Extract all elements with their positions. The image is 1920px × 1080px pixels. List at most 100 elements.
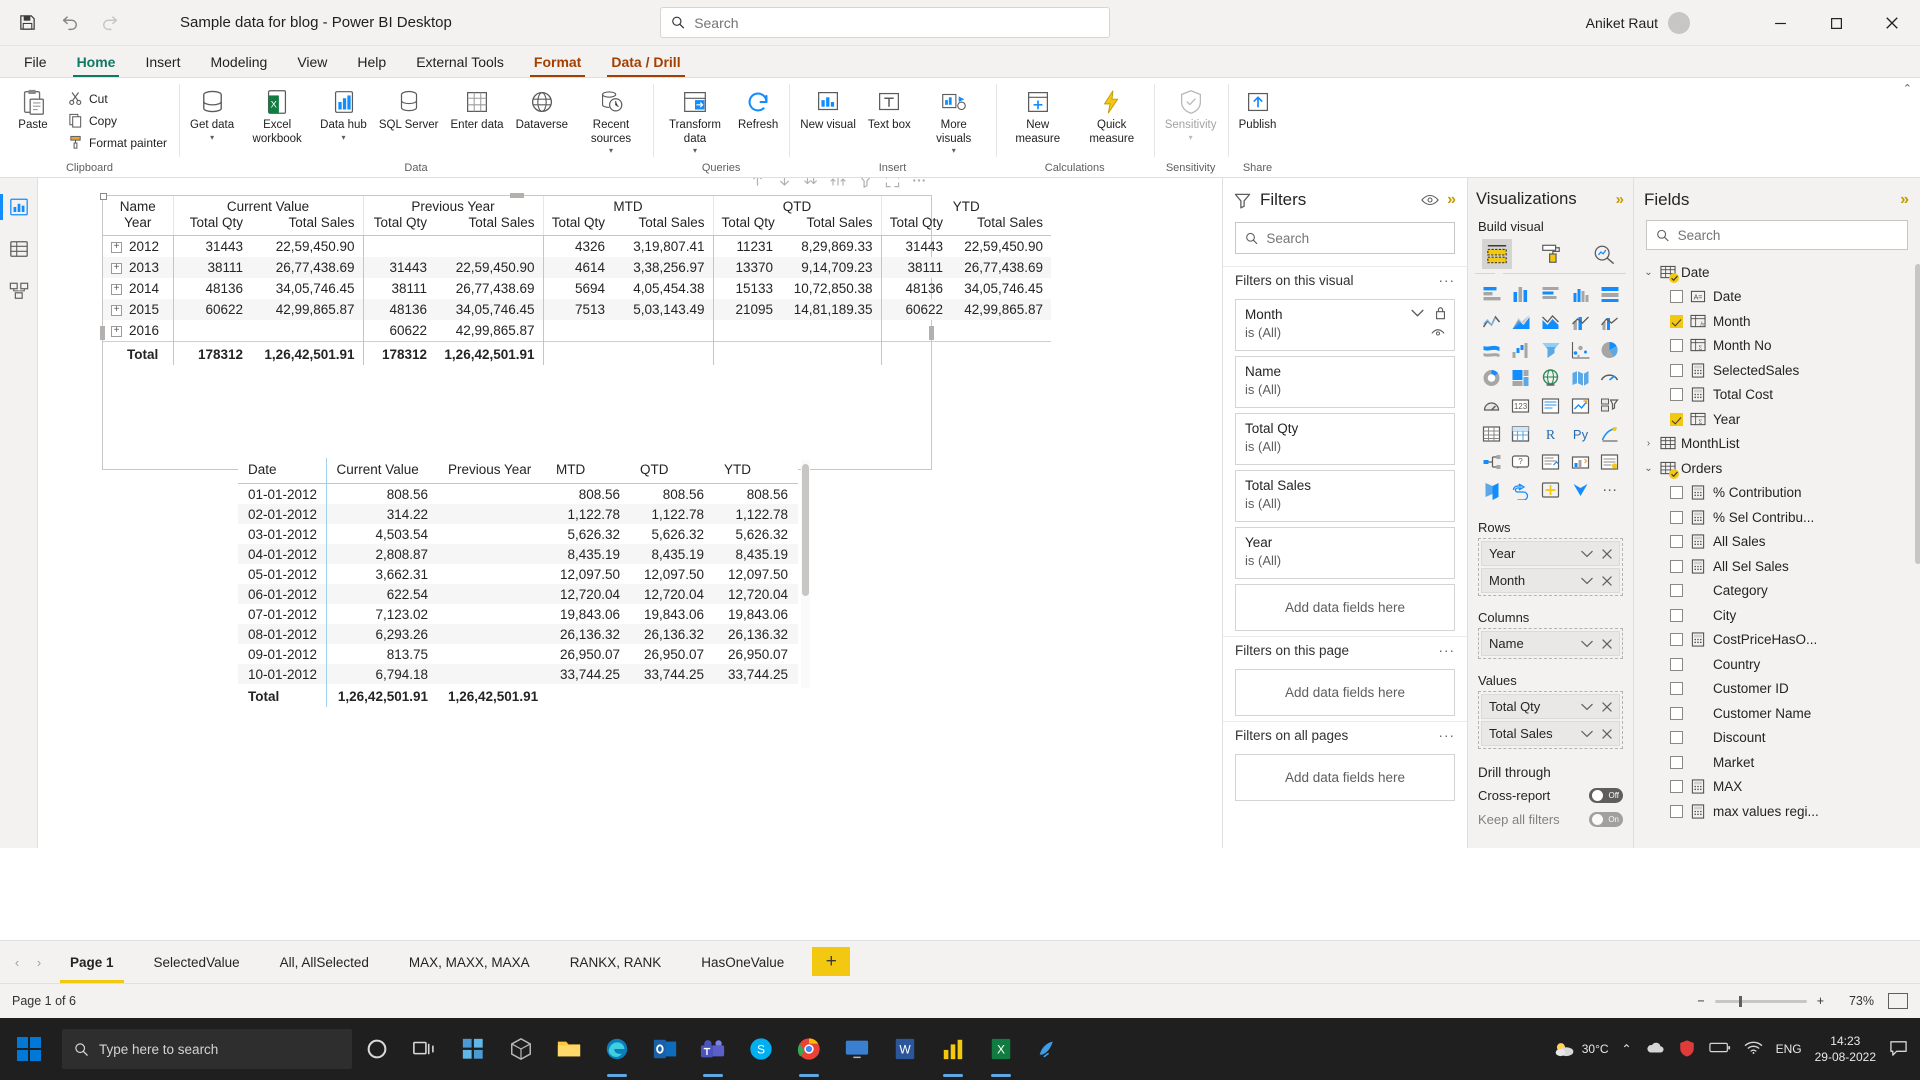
matrix-cell[interactable]: [542, 320, 614, 342]
matrix-row[interactable]: +2012 31443 22,59,450.90 4326 3,19,807.41 112…: [103, 235, 1051, 258]
enter-data-button[interactable]: Enter data: [446, 82, 509, 136]
resize-handle-topleft[interactable]: [100, 193, 107, 200]
global-search-input[interactable]: [694, 14, 1099, 31]
focus-mode-icon[interactable]: [884, 178, 900, 188]
power-apps-icon[interactable]: [1508, 478, 1533, 501]
table-cell[interactable]: [438, 664, 546, 684]
well-field-item[interactable]: Total Sales: [1481, 721, 1620, 746]
field-checkbox[interactable]: [1670, 412, 1683, 426]
key-influencers-icon[interactable]: [1479, 450, 1504, 473]
tab-analytics[interactable]: [1589, 239, 1619, 269]
table-cell[interactable]: 12,720.04: [630, 584, 714, 604]
table-cell[interactable]: 33,744.25: [630, 664, 714, 684]
matrix-cell[interactable]: [435, 236, 543, 258]
table-cell[interactable]: [438, 544, 546, 564]
notification-icon[interactable]: [1889, 1039, 1908, 1060]
matrix-cell[interactable]: 9,14,709.23: [781, 257, 881, 278]
fields-search-input[interactable]: [1677, 227, 1898, 243]
matrix-cell[interactable]: [880, 320, 952, 342]
add-page-button[interactable]: +: [812, 947, 851, 976]
table-cell[interactable]: 33,744.25: [714, 664, 798, 684]
field-checkbox[interactable]: [1670, 559, 1683, 573]
fields-field-node[interactable]: % Sel Contribu...: [1640, 505, 1914, 530]
field-checkbox[interactable]: [1670, 388, 1683, 402]
filters-drop-zone[interactable]: Add data fields here: [1235, 669, 1455, 716]
chevron-down-icon[interactable]: ⌄: [1642, 267, 1655, 278]
recent-sources-button[interactable]: Recent sources ▾: [575, 82, 647, 159]
tab-build-visual[interactable]: [1482, 239, 1512, 269]
table-cell[interactable]: 5,626.32: [714, 524, 798, 544]
table-cell[interactable]: 1,122.78: [630, 504, 714, 524]
matrix-cell[interactable]: 31443: [362, 257, 436, 278]
matrix-cell[interactable]: 42,99,865.87: [435, 320, 543, 342]
field-checkbox[interactable]: [1670, 608, 1683, 622]
scatter-chart-icon[interactable]: [1568, 338, 1593, 361]
field-checkbox[interactable]: [1670, 804, 1683, 818]
matrix-cell[interactable]: 31443: [172, 235, 251, 257]
fields-scrollbar[interactable]: [1915, 264, 1920, 564]
ribbon-chart-icon[interactable]: [1479, 338, 1504, 361]
more-options-icon[interactable]: [911, 178, 927, 188]
ribbon-tab-modeling[interactable]: Modeling: [196, 49, 281, 77]
field-checkbox[interactable]: [1670, 682, 1683, 696]
ribbon-tab-data-drill[interactable]: Data / Drill: [597, 49, 694, 77]
matrix-cell[interactable]: 4614: [542, 257, 614, 278]
get-data-button[interactable]: Get data ▾: [185, 82, 239, 145]
rail-item-report-view[interactable]: [0, 186, 37, 228]
filled-map-icon[interactable]: [1568, 366, 1593, 389]
cortana-icon[interactable]: [354, 1018, 400, 1080]
fields-field-node[interactable]: MAX: [1640, 775, 1914, 800]
start-button[interactable]: [4, 1018, 54, 1080]
excel-taskbar-icon[interactable]: X: [978, 1018, 1024, 1080]
map-icon[interactable]: [1538, 366, 1563, 389]
filter-card[interactable]: Name is (All): [1235, 356, 1455, 408]
table-cell[interactable]: [438, 484, 546, 505]
matrix-row-header[interactable]: +2015: [103, 299, 173, 320]
zoom-slider[interactable]: [1714, 995, 1807, 1007]
ribbon-collapse-icon[interactable]: ⌃: [1903, 82, 1912, 95]
table-cell[interactable]: [438, 644, 546, 664]
wifi-icon[interactable]: [1744, 1040, 1763, 1058]
line-clustered-column-icon[interactable]: [1597, 310, 1622, 333]
matrix-row[interactable]: +2013 38111 26,77,438.69 31443 22,59,450.90 4…: [103, 257, 1052, 278]
table-cell-date[interactable]: 06-01-2012: [238, 584, 326, 604]
fields-field-node[interactable]: All Sales: [1640, 530, 1914, 555]
table-cell[interactable]: 26,950.07: [546, 644, 630, 664]
transform-data-button[interactable]: Transform data ▾: [659, 82, 731, 159]
well-field-item[interactable]: Total Qty: [1481, 694, 1620, 719]
page-prev-button[interactable]: ‹: [6, 941, 28, 983]
matrix-cell[interactable]: 26,77,438.69: [951, 257, 1051, 278]
taskbar-search-box[interactable]: Type here to search: [62, 1029, 352, 1069]
filters-search-box[interactable]: [1235, 222, 1455, 254]
r-script-icon[interactable]: Py: [1568, 422, 1593, 445]
maximize-button[interactable]: [1808, 0, 1864, 46]
fields-table-node[interactable]: ⌄ Orders: [1640, 456, 1914, 481]
filters-drop-zone[interactable]: Add data fields here: [1235, 584, 1455, 631]
scrollbar-thumb[interactable]: [802, 464, 809, 597]
field-checkbox[interactable]: [1670, 780, 1683, 794]
smart-narrative-icon[interactable]: [1568, 450, 1593, 473]
fields-field-node[interactable]: Total Cost: [1640, 383, 1914, 408]
paginated-report-icon[interactable]: [1479, 478, 1504, 501]
matrix-cell[interactable]: 60622: [880, 299, 952, 320]
matrix-row-header[interactable]: +2014: [103, 278, 173, 299]
fields-field-node[interactable]: Category: [1640, 579, 1914, 604]
rail-item-model-view[interactable]: [0, 270, 37, 312]
table-cell[interactable]: 33,744.25: [546, 664, 630, 684]
expand-row-icon[interactable]: +: [111, 325, 122, 337]
table-cell[interactable]: 808.56: [714, 484, 798, 505]
table-cell-date[interactable]: 02-01-2012: [238, 504, 326, 524]
qa-icon[interactable]: [1538, 450, 1563, 473]
table-cell[interactable]: 622.54: [325, 584, 438, 604]
fields-field-node[interactable]: Market: [1640, 750, 1914, 775]
cut-button[interactable]: Cut: [62, 89, 173, 108]
well-field-controls[interactable]: [1581, 728, 1612, 739]
ribbon-tab-help[interactable]: Help: [343, 49, 400, 77]
fields-field-node[interactable]: All Sel Sales: [1640, 554, 1914, 579]
undo-icon[interactable]: [56, 10, 82, 36]
visualizations-collapse-icon[interactable]: »: [1616, 191, 1625, 208]
teams-icon[interactable]: [690, 1018, 736, 1080]
skype-icon[interactable]: S: [738, 1018, 784, 1080]
well-field-item[interactable]: Name: [1481, 631, 1620, 656]
field-checkbox[interactable]: [1670, 706, 1683, 720]
